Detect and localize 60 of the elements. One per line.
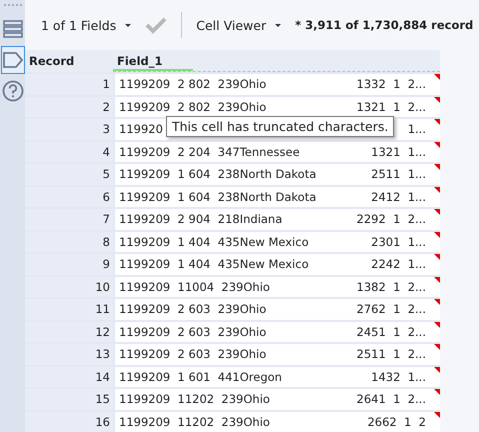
record-number: 5 (25, 164, 113, 184)
cell-text: 2662 1 2 (367, 414, 426, 429)
record-number: 1 (25, 74, 113, 94)
caret-icon (275, 24, 282, 26)
cell-text: 1199209 2 802 239Ohio (119, 77, 266, 92)
cell-text: 2242 1... (371, 257, 426, 272)
cell-text: 1432 1... (371, 370, 426, 384)
record-number: 3 (25, 119, 113, 140)
tooltip: This cell has truncated characters. (166, 116, 394, 137)
cell-text: 2762 1 2... (356, 302, 426, 316)
help-icon (2, 80, 24, 102)
record-number: 16 (25, 412, 113, 432)
cell-text: 1199209 1 404 435New Mexico (119, 257, 309, 272)
record-number: 14 (25, 366, 113, 387)
cell-text: 2641 1 2... (356, 392, 426, 406)
record-number: 2 (25, 96, 113, 117)
cell-text: 1199209 1 604 238North Dakota (119, 167, 316, 182)
cell-text: 2412 1... (371, 190, 426, 204)
cell-text: 1199209 2 904 218Indiana (119, 212, 282, 226)
cell-text: 1... (408, 122, 426, 136)
record-number: 7 (25, 209, 113, 230)
record-number: 9 (25, 254, 113, 274)
cell-text: 1199209 11202 239Ohio (119, 392, 270, 406)
cell-text: 1199209 2 603 239Ohio (119, 324, 266, 339)
cell-text: 1199209 2 204 347Tennessee (119, 144, 300, 159)
list-icon (2, 19, 22, 39)
check-icon[interactable] (145, 16, 168, 34)
cell-text: 119920 (119, 122, 163, 136)
cell-text: 1382 1 2... (356, 280, 426, 294)
record-number: 11 (25, 299, 113, 320)
cell-text: 2511 1 2... (356, 347, 426, 362)
record-number: 13 (25, 344, 113, 364)
fields-dropdown[interactable]: 1 of 1 Fields (41, 18, 138, 32)
record-count: * 3,911 of 1,730,884 record (295, 18, 474, 32)
cell-text: 2292 1 2... (356, 212, 426, 226)
tag-icon (2, 50, 22, 70)
cell-text: 1332 1 2... (356, 77, 426, 92)
cell-text: 1321 1 2... (356, 100, 426, 114)
record-number: 10 (25, 276, 113, 297)
cell-text: 2511 1... (371, 167, 426, 182)
cell-text: 1199209 1 404 435New Mexico (119, 234, 309, 249)
column-header[interactable]: Record (25, 50, 113, 72)
record-number: 4 (25, 142, 113, 162)
cell-text: 1199209 2 802 239Ohio (119, 100, 266, 114)
record-number: 8 (25, 232, 113, 252)
tag-tab[interactable] (0, 46, 24, 74)
caret-icon (125, 24, 132, 26)
cell-text: 1199209 11004 239Ohio (119, 280, 270, 294)
viewer-dropdown[interactable]: Cell Viewer (196, 18, 288, 32)
cell-text: 2301 1... (371, 234, 426, 249)
cell-text: 1199209 2 603 239Ohio (119, 347, 266, 362)
record-number: 12 (25, 322, 113, 342)
cell-text: 2451 1 2... (356, 324, 426, 339)
record-number: 6 (25, 186, 113, 207)
cell-text: 1321 1... (371, 144, 426, 159)
cell-text: 1199209 1 601 441Oregon (119, 370, 282, 384)
cell-text: 1199209 2 603 239Ohio (119, 302, 266, 316)
cell-text: 1199209 1 604 238North Dakota (119, 190, 316, 204)
record-number: 15 (25, 389, 113, 410)
cell-text: 1199209 11202 239Ohio (119, 414, 270, 429)
